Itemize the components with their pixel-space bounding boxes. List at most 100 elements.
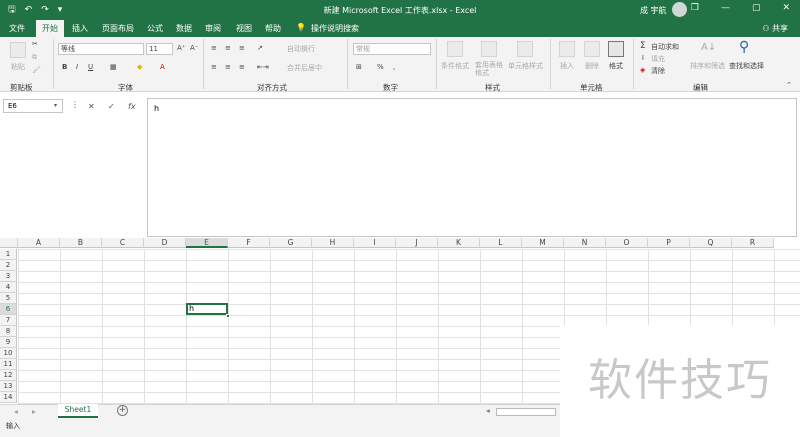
column-header-i[interactable]: I	[354, 238, 396, 248]
tell-me-search[interactable]: 操作说明搜索	[311, 23, 359, 34]
sheet-tab-sheet1[interactable]: Sheet1	[58, 404, 98, 418]
column-header-k[interactable]: K	[438, 238, 480, 248]
bold-button[interactable]: B	[62, 63, 67, 71]
column-header-q[interactable]: Q	[690, 238, 732, 248]
row-header-11[interactable]: 11	[0, 359, 17, 370]
add-sheet-button[interactable]: +	[117, 405, 128, 416]
merge-center-button[interactable]: 合并后居中	[287, 63, 322, 73]
column-header-h[interactable]: H	[312, 238, 354, 248]
format-table-icon[interactable]	[481, 41, 497, 57]
row-header-7[interactable]: 7	[0, 315, 17, 326]
number-format-select[interactable]: 常规	[353, 43, 431, 55]
column-header-f[interactable]: F	[228, 238, 270, 248]
column-header-a[interactable]: A	[18, 238, 60, 248]
column-header-d[interactable]: D	[144, 238, 186, 248]
scroll-right-icon[interactable]: ▸	[32, 407, 36, 416]
ribbon-display-icon[interactable]: ❐	[691, 3, 699, 13]
name-box-dropdown-icon[interactable]: ▾	[54, 102, 57, 109]
fill-color-icon[interactable]: ◆	[137, 63, 142, 71]
insert-cells-icon[interactable]	[559, 41, 575, 57]
search-icon[interactable]: ⚲	[739, 39, 749, 55]
tab-view[interactable]: 视图	[236, 23, 252, 34]
enter-icon[interactable]: ✓	[108, 102, 115, 111]
italic-button[interactable]: I	[76, 63, 78, 71]
row-header-4[interactable]: 4	[0, 282, 17, 293]
font-size-select[interactable]: 11	[146, 43, 173, 55]
insert-function-button[interactable]: fx	[128, 102, 136, 111]
paste-icon[interactable]	[10, 42, 26, 58]
tab-file[interactable]: 文件	[9, 23, 25, 34]
delete-cells-button[interactable]: 删除	[585, 61, 599, 71]
row-header-8[interactable]: 8	[0, 326, 17, 337]
column-header-g[interactable]: G	[270, 238, 312, 248]
horizontal-scrollbar[interactable]	[496, 408, 556, 416]
align-right-icon[interactable]: ≡	[239, 63, 245, 71]
tab-insert[interactable]: 插入	[72, 23, 88, 34]
find-select-button[interactable]: 查找和选择	[729, 61, 764, 71]
hscroll-left-icon[interactable]: ◂	[486, 406, 490, 415]
insert-cells-button[interactable]: 插入	[560, 61, 574, 71]
minimize-icon[interactable]: —	[721, 3, 730, 13]
align-left-icon[interactable]: ≡	[211, 63, 217, 71]
tab-page-layout[interactable]: 页面布局	[102, 23, 134, 34]
column-header-o[interactable]: O	[606, 238, 648, 248]
formula-bar-grip-icon[interactable]: ⋮	[71, 100, 79, 109]
clear-button[interactable]: 清除	[651, 66, 665, 76]
indent-icon[interactable]: ⇤⇥	[257, 63, 269, 71]
column-header-j[interactable]: J	[396, 238, 438, 248]
formula-input[interactable]: h	[147, 98, 797, 237]
sort-filter-button[interactable]: 排序和筛选	[690, 61, 725, 71]
align-bottom-icon[interactable]: ≡	[239, 44, 245, 52]
fill-icon[interactable]: ⬇	[640, 54, 646, 62]
column-header-n[interactable]: N	[564, 238, 606, 248]
cancel-icon[interactable]: ✕	[88, 102, 95, 111]
row-header-2[interactable]: 2	[0, 260, 17, 271]
row-header-13[interactable]: 13	[0, 381, 17, 392]
user-name[interactable]: 成 宇航	[640, 5, 667, 16]
autosum-icon[interactable]: Σ	[640, 41, 646, 51]
column-header-b[interactable]: B	[60, 238, 102, 248]
active-cell-e6[interactable]: h	[186, 303, 228, 315]
sort-filter-icon[interactable]: A↓	[701, 42, 716, 53]
cell-styles-button[interactable]: 单元格样式	[508, 61, 543, 71]
fill-button[interactable]: 填充	[651, 54, 665, 64]
row-header-14[interactable]: 14	[0, 392, 17, 403]
row-header-10[interactable]: 10	[0, 348, 17, 359]
column-header-p[interactable]: P	[648, 238, 690, 248]
format-table-button[interactable]: 套用表格格式	[475, 61, 505, 77]
tab-formulas[interactable]: 公式	[147, 23, 163, 34]
delete-cells-icon[interactable]	[584, 41, 600, 57]
format-cells-icon[interactable]	[608, 41, 624, 57]
column-header-c[interactable]: C	[102, 238, 144, 248]
column-header-l[interactable]: L	[480, 238, 522, 248]
column-header-e[interactable]: E	[186, 238, 228, 248]
currency-icon[interactable]: ⊞	[356, 63, 362, 71]
maximize-icon[interactable]: ▢	[752, 3, 761, 13]
format-painter-icon[interactable]: 🖌	[32, 66, 41, 74]
tab-help[interactable]: 帮助	[265, 23, 281, 34]
grow-font-button[interactable]: A⁺	[177, 44, 185, 52]
row-header-1[interactable]: 1	[0, 249, 17, 260]
wrap-text-button[interactable]: 自动换行	[287, 44, 315, 54]
align-top-icon[interactable]: ≡	[211, 44, 217, 52]
cut-icon[interactable]: ✂	[32, 40, 38, 48]
row-header-3[interactable]: 3	[0, 271, 17, 282]
row-header-5[interactable]: 5	[0, 293, 17, 304]
font-color-button[interactable]: A	[160, 63, 165, 71]
shrink-font-button[interactable]: A⁻	[190, 44, 198, 52]
row-header-6[interactable]: 6	[0, 304, 17, 315]
row-header-12[interactable]: 12	[0, 370, 17, 381]
font-name-select[interactable]: 等线	[58, 43, 144, 55]
underline-button[interactable]: U	[88, 63, 93, 71]
copy-icon[interactable]: ⧉	[32, 53, 37, 62]
comma-button[interactable]: ,	[393, 63, 395, 71]
fill-handle[interactable]	[226, 314, 230, 318]
row-header-9[interactable]: 9	[0, 337, 17, 348]
paste-button[interactable]: 粘贴	[11, 62, 25, 72]
orientation-icon[interactable]: ↗	[257, 44, 263, 52]
autosum-button[interactable]: 自动求和	[651, 42, 679, 52]
collapse-ribbon-icon[interactable]: ⌃	[786, 81, 792, 89]
eraser-icon[interactable]: ◈	[640, 66, 645, 74]
close-icon[interactable]: ✕	[782, 3, 790, 13]
tab-data[interactable]: 数据	[176, 23, 192, 34]
